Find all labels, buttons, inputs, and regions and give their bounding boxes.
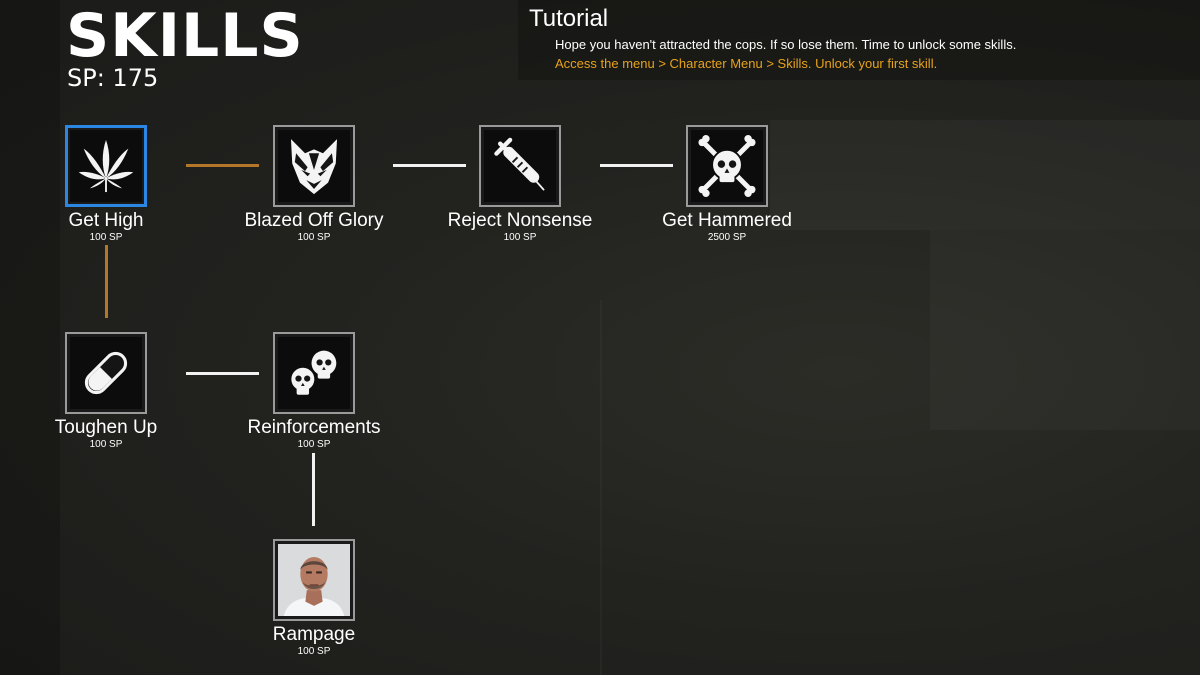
pill-icon: [84, 351, 128, 395]
skill-icon-frame[interactable]: [273, 125, 355, 207]
skill-node-get-high[interactable]: Get High 100 SP: [0, 125, 216, 244]
tutorial-text: Hope you haven't attracted the cops. If …: [555, 37, 1017, 52]
wolf-mask-icon: [290, 139, 338, 195]
skill-node-toughen-up[interactable]: Toughen Up 100 SP: [0, 332, 216, 451]
skill-icon-frame[interactable]: [479, 125, 561, 207]
skill-cost: 100 SP: [503, 232, 537, 243]
skull-crossbones-icon: [698, 135, 756, 197]
syringe-icon: [494, 137, 545, 191]
skill-name: Rampage: [272, 624, 356, 645]
cannabis-leaf-icon: [78, 139, 134, 193]
skill-name: Get High: [68, 210, 144, 231]
skill-node-get-hammered[interactable]: Get Hammered 2500 SP: [617, 125, 837, 244]
skill-points-counter: SP: 175: [67, 64, 159, 92]
skill-node-reject-nonsense[interactable]: Reject Nonsense 100 SP: [410, 125, 630, 244]
background-scenery: [930, 230, 1200, 430]
skill-node-reinforcements[interactable]: Reinforcements 100 SP: [204, 332, 424, 451]
skill-name: Get Hammered: [662, 210, 792, 231]
tutorial-title: Tutorial: [529, 5, 609, 32]
tutorial-hint: Access the menu > Character Menu > Skill…: [555, 56, 938, 71]
skill-icon-frame[interactable]: [273, 539, 355, 621]
character-portrait-icon: [278, 544, 350, 616]
two-skulls-icon: [289, 350, 337, 395]
background-scenery: [600, 300, 602, 675]
skill-cost: 100 SP: [297, 646, 331, 657]
skill-cost: 100 SP: [89, 439, 123, 450]
connector-get-high-toughen-up: [105, 245, 108, 318]
skill-icon-frame[interactable]: [686, 125, 768, 207]
skill-cost: 100 SP: [297, 439, 331, 450]
skill-cost: 100 SP: [297, 232, 331, 243]
skill-name: Reject Nonsense: [447, 210, 593, 231]
page-title: SKILLS: [66, 1, 304, 71]
skill-node-rampage[interactable]: Rampage 100 SP: [204, 539, 424, 658]
tutorial-panel: Tutorial Hope you haven't attracted the …: [518, 0, 1200, 80]
skill-name: Reinforcements: [247, 417, 381, 438]
skill-icon-frame[interactable]: [65, 332, 147, 414]
connector-reinforcements-rampage: [312, 453, 315, 526]
skill-cost: 100 SP: [89, 232, 123, 243]
skill-icon-frame[interactable]: [65, 125, 147, 207]
skill-icon-frame[interactable]: [273, 332, 355, 414]
skill-name: Blazed Off Glory: [244, 210, 384, 231]
skill-name: Toughen Up: [54, 417, 158, 438]
skill-cost: 2500 SP: [707, 232, 747, 243]
skill-node-blazed-off-glory[interactable]: Blazed Off Glory 100 SP: [204, 125, 424, 244]
